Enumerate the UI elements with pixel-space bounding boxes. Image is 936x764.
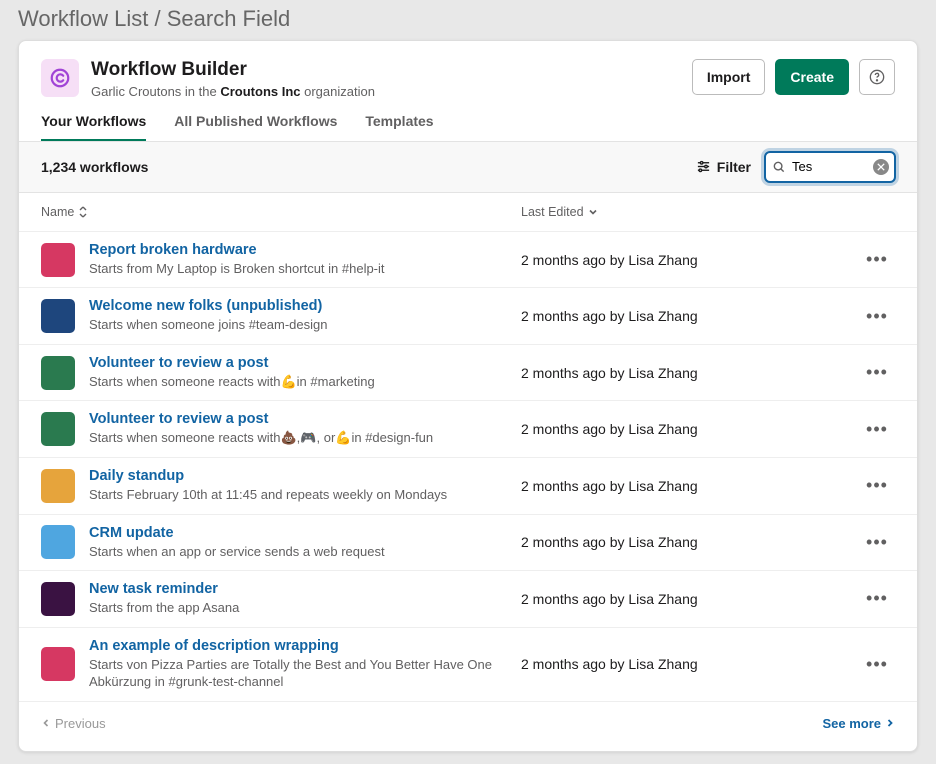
- workflow-last-edited: 2 months ago by Lisa Zhang: [521, 308, 859, 324]
- row-actions-menu[interactable]: •••: [859, 475, 895, 496]
- workflow-thumbnail: [41, 525, 75, 559]
- tab-templates[interactable]: Templates: [365, 113, 433, 141]
- workflow-thumbnail: [41, 469, 75, 503]
- row-actions-menu[interactable]: •••: [859, 249, 895, 270]
- workflow-description: Starts from the app Asana: [89, 599, 521, 617]
- page-subtitle: Garlic Croutons in the Croutons Inc orga…: [91, 84, 692, 99]
- workflow-thumbnail: [41, 356, 75, 390]
- filter-button[interactable]: Filter: [696, 159, 751, 175]
- row-actions-menu[interactable]: •••: [859, 306, 895, 327]
- see-more-link[interactable]: See more: [822, 716, 895, 731]
- tabs: Your Workflows All Published Workflows T…: [19, 99, 917, 142]
- workflow-thumbnail: [41, 582, 75, 616]
- previous-page: Previous: [41, 716, 106, 731]
- close-icon: [877, 163, 885, 171]
- chevron-down-icon: [588, 207, 598, 217]
- row-actions-menu[interactable]: •••: [859, 362, 895, 383]
- tab-your-workflows[interactable]: Your Workflows: [41, 113, 146, 141]
- workflow-last-edited: 2 months ago by Lisa Zhang: [521, 421, 859, 437]
- workflow-rows: Report broken hardware Starts from My Lap…: [19, 232, 917, 702]
- workflow-description: Starts when someone reacts with 💩, 🎮, or…: [89, 429, 521, 447]
- workflow-row: Daily standup Starts February 10th at 11:…: [19, 458, 917, 515]
- workflow-row: Report broken hardware Starts from My Lap…: [19, 232, 917, 289]
- col-name[interactable]: Name: [41, 205, 521, 219]
- workflow-description: Starts when someone joins #team-design: [89, 316, 521, 334]
- workflow-title-link[interactable]: CRM update: [89, 525, 521, 541]
- workflow-title-link[interactable]: An example of description wrapping: [89, 638, 521, 654]
- workflow-row: CRM update Starts when an app or service …: [19, 515, 917, 572]
- workflow-thumbnail: [41, 299, 75, 333]
- workflow-row: An example of description wrapping Starts…: [19, 628, 917, 702]
- import-button[interactable]: Import: [692, 59, 766, 95]
- row-actions-menu[interactable]: •••: [859, 532, 895, 553]
- workflow-last-edited: 2 months ago by Lisa Zhang: [521, 656, 859, 672]
- workflow-last-edited: 2 months ago by Lisa Zhang: [521, 534, 859, 550]
- workflow-description: Starts February 10th at 11:45 and repeat…: [89, 486, 521, 504]
- workflow-count: 1,234 workflows: [41, 159, 696, 175]
- workflow-last-edited: 2 months ago by Lisa Zhang: [521, 365, 859, 381]
- row-actions-menu[interactable]: •••: [859, 588, 895, 609]
- help-button[interactable]: [859, 59, 895, 95]
- page-title: Workflow Builder: [91, 59, 692, 82]
- workflow-row: New task reminder Starts from the app Asa…: [19, 571, 917, 628]
- workflow-last-edited: 2 months ago by Lisa Zhang: [521, 591, 859, 607]
- panel-header: Workflow Builder Garlic Croutons in the …: [19, 41, 917, 99]
- workflow-last-edited: 2 months ago by Lisa Zhang: [521, 478, 859, 494]
- chevron-right-icon: [885, 718, 895, 728]
- workflow-title-link[interactable]: Volunteer to review a post: [89, 411, 521, 427]
- workflow-title-link[interactable]: Welcome new folks (unpublished): [89, 298, 521, 314]
- column-headers: Name Last Edited: [19, 193, 917, 232]
- create-button[interactable]: Create: [775, 59, 849, 95]
- list-toolbar: 1,234 workflows Filter: [19, 142, 917, 193]
- workflow-thumbnail: [41, 647, 75, 681]
- workflow-thumbnail: [41, 412, 75, 446]
- workflow-row: Volunteer to review a post Starts when so…: [19, 401, 917, 458]
- filter-icon: [696, 159, 711, 174]
- workflow-description: Starts when someone reacts with 💪 in #ma…: [89, 373, 521, 391]
- row-actions-menu[interactable]: •••: [859, 654, 895, 675]
- workflow-builder-panel: Workflow Builder Garlic Croutons in the …: [18, 40, 918, 752]
- tab-all-published[interactable]: All Published Workflows: [174, 113, 337, 141]
- sort-icon: [78, 206, 88, 218]
- workflow-description: Starts when an app or service sends a we…: [89, 543, 521, 561]
- pager: Previous See more: [19, 702, 917, 751]
- page-context-label: Workflow List / Search Field: [0, 0, 936, 40]
- workflow-row: Welcome new folks (unpublished) Starts wh…: [19, 288, 917, 345]
- clear-search-button[interactable]: [873, 159, 889, 175]
- row-actions-menu[interactable]: •••: [859, 419, 895, 440]
- search-field: [765, 152, 895, 182]
- workflow-description: Starts von Pizza Parties are Totally the…: [89, 656, 521, 691]
- col-last-edited[interactable]: Last Edited: [521, 205, 895, 219]
- search-icon: [772, 160, 786, 174]
- workflow-title-link[interactable]: Daily standup: [89, 468, 521, 484]
- workflow-description: Starts from My Laptop is Broken shortcut…: [89, 260, 521, 278]
- workflow-title-link[interactable]: New task reminder: [89, 581, 521, 597]
- workflow-thumbnail: [41, 243, 75, 277]
- workflow-title-link[interactable]: Volunteer to review a post: [89, 355, 521, 371]
- workflow-last-edited: 2 months ago by Lisa Zhang: [521, 252, 859, 268]
- help-icon: [869, 69, 885, 85]
- app-logo-icon: [41, 59, 79, 97]
- chevron-left-icon: [41, 718, 51, 728]
- workflow-row: Volunteer to review a post Starts when so…: [19, 345, 917, 402]
- workflow-title-link[interactable]: Report broken hardware: [89, 242, 521, 258]
